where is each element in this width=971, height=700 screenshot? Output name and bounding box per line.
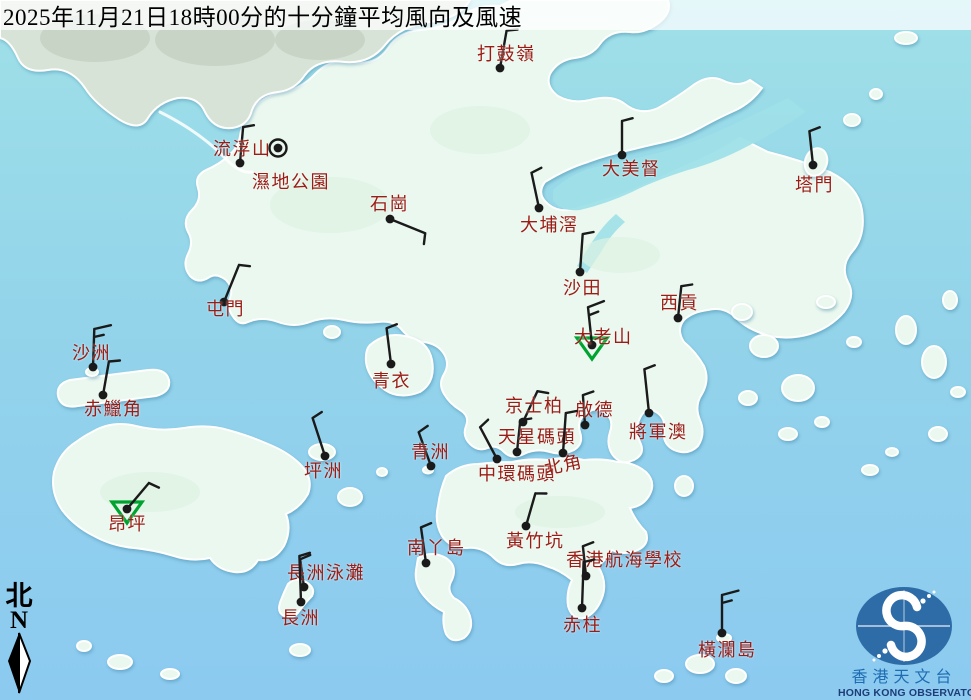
north-arrow-icon (4, 632, 34, 694)
hko-logo: 香港天文台 HONG KONG OBSERVATORY (838, 586, 970, 699)
station-label-cheung-chau-beach: 長洲泳灘 (287, 564, 365, 583)
station-label-sai-kung: 西貢 (660, 294, 699, 313)
station-label-waglan-island: 橫瀾島 (698, 641, 757, 660)
title-bar: 2025年11月21日18時00分的十分鐘平均風向及風速 (0, 0, 971, 30)
map-title: 2025年11月21日18時00分的十分鐘平均風向及風速 (0, 0, 522, 32)
station-label-lamma-island: 南丫島 (407, 539, 466, 558)
station-label-tsing-yi: 青衣 (372, 372, 411, 391)
station-label-sha-tin: 沙田 (563, 279, 602, 298)
station-label-tseung-kwan-o: 將軍澳 (629, 423, 688, 442)
station-label-hk-sea-school: 香港航海學校 (566, 551, 683, 570)
station-label-stanley: 赤柱 (563, 616, 602, 635)
station-label-star-ferry: 天星碼頭 (498, 428, 576, 447)
station-label-tap-mun: 塔門 (795, 176, 834, 195)
station-label-peng-chau: 坪洲 (304, 462, 343, 481)
station-label-kings-park: 京士柏 (505, 397, 564, 416)
station-label-green-island: 青洲 (411, 443, 450, 462)
hko-logo-icon (838, 586, 970, 668)
station-label-ngong-ping: 昂坪 (108, 515, 147, 534)
station-label-tuen-mun: 屯門 (206, 300, 245, 319)
station-label-tai-mei-tuk: 大美督 (602, 160, 661, 179)
land-lamma (416, 554, 471, 640)
station-label-ta-kwu-ling: 打鼓嶺 (477, 45, 536, 64)
station-label-tates-cairn: 大老山 (574, 328, 633, 347)
station-label-tai-po-kau: 大埔滘 (520, 216, 579, 235)
station-label-lau-fau-shan: 流浮山 (213, 140, 272, 159)
north-label-cn: 北 (2, 582, 36, 610)
north-label-en: N (2, 610, 36, 632)
hko-logo-name-cn: 香港天文台 (838, 669, 970, 687)
wind-map-stage: 打鼓嶺流浮山濕地公園石崗 大美督塔門大埔滘沙田西貢大老山 屯門沙洲赤鱲角 青衣京士柏啟… (0, 0, 971, 700)
station-label-sha-chau: 沙洲 (72, 344, 111, 363)
station-label-cheung-chau: 長洲 (281, 609, 320, 628)
hko-logo-name-en: HONG KONG OBSERVATORY (838, 687, 970, 699)
station-label-chek-lap-kok: 赤鱲角 (84, 400, 143, 419)
north-indicator: 北 N (2, 582, 36, 694)
station-label-wong-chuk-hang: 黃竹坑 (506, 532, 565, 551)
station-label-shek-kong: 石崗 (370, 195, 409, 214)
station-label-kai-tak: 啟德 (575, 401, 614, 420)
station-label-wetland-park: 濕地公園 (252, 173, 330, 192)
hong-kong-map (0, 0, 971, 700)
